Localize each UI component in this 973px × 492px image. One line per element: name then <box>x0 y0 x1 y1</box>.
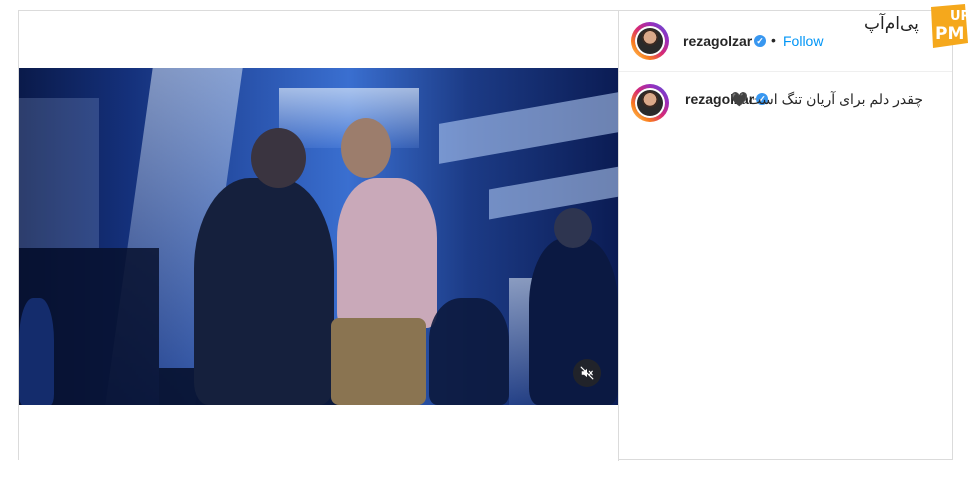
separator: • <box>771 32 776 48</box>
watermark-logo: پی‌ام‌آپ PM UP <box>862 0 973 55</box>
caption-avatar[interactable] <box>631 84 669 122</box>
svg-text:UP: UP <box>950 9 969 24</box>
avatar[interactable] <box>631 22 669 60</box>
username[interactable]: rezagolzar <box>683 33 752 49</box>
side-pane: rezagolzar ✓ • Follow rezagolzar ✓ چقدر … <box>619 11 952 461</box>
watermark-text: پی‌ام‌آپ <box>864 14 919 34</box>
mute-button[interactable] <box>573 359 601 387</box>
post-card: rezagolzar ✓ • Follow rezagolzar ✓ چقدر … <box>18 10 953 461</box>
follow-button[interactable]: Follow <box>783 33 823 49</box>
verified-badge-icon: ✓ <box>754 35 766 47</box>
pmup-badge-icon: PM UP <box>931 4 969 48</box>
svg-text:PM: PM <box>935 24 964 44</box>
media-pane <box>19 11 619 461</box>
video-player[interactable] <box>19 68 618 405</box>
speaker-muted-icon <box>580 366 594 380</box>
caption-text: چقدر دلم برای آریان تنگ است🖤 <box>730 91 923 107</box>
